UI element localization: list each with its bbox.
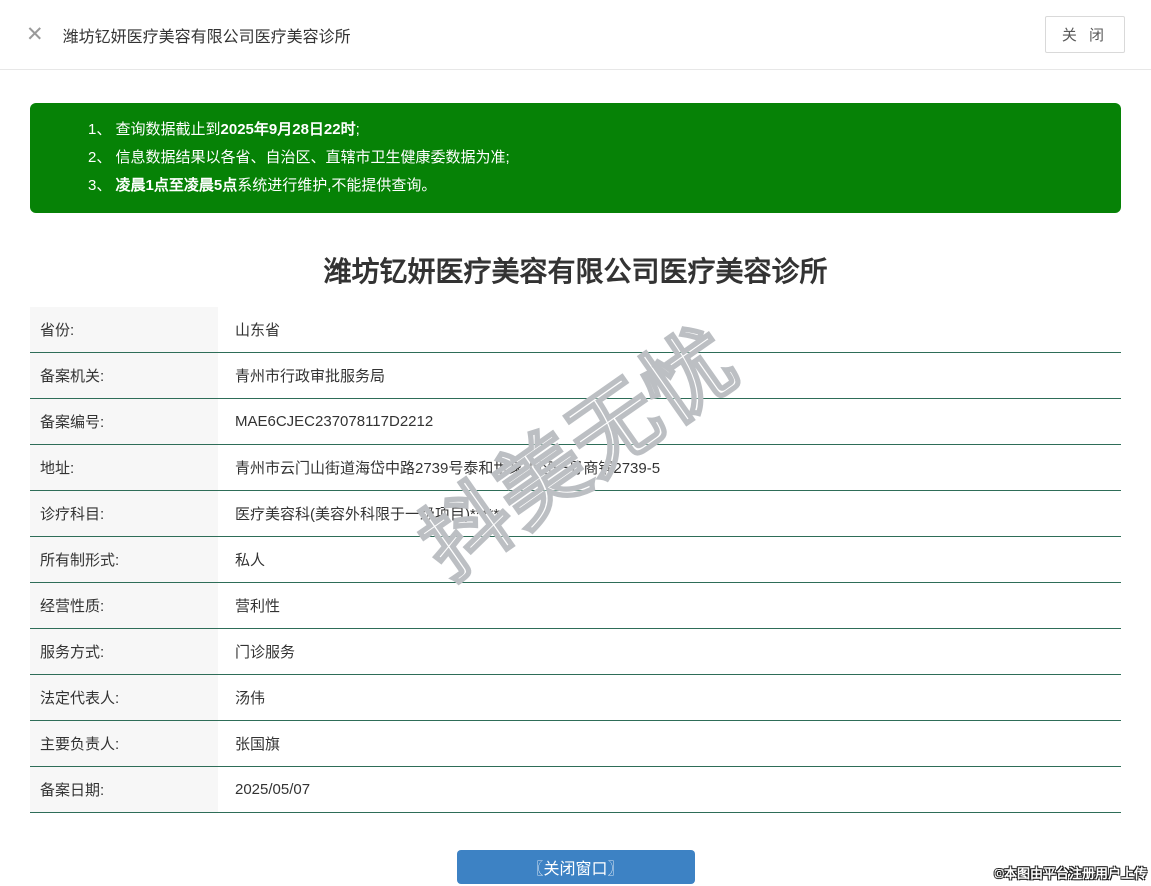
row-value: 营利性 (235, 598, 281, 615)
close-window-button[interactable]: 〖关闭窗口〗 (456, 850, 695, 884)
row-label: 经营性质: (30, 583, 218, 628)
notice-item: 1、 查询数据截止到2025年9月28日22时; (88, 121, 360, 138)
window-title: 潍坊钇妍医疗美容有限公司医疗美容诊所 (62, 28, 351, 46)
row-value: 医疗美容科(美容外科限于一级项目)****** (235, 506, 506, 523)
row-value: 青州市行政审批服务局 (235, 368, 386, 385)
table-row: 所有制形式: 私人 (30, 537, 1121, 583)
notice-banner: 1、 查询数据截止到2025年9月28日22时; 2、 信息数据结果以各省、自治… (30, 103, 1121, 213)
info-table: 省份: 山东省 备案机关: 青州市行政审批服务局 备案编号: MAE6CJEC2… (30, 307, 1121, 813)
row-value: MAE6CJEC237078117D2212 (235, 413, 434, 430)
row-label: 服务方式: (30, 629, 218, 674)
table-row: 主要负责人: 张国旗 (30, 721, 1121, 767)
row-label: 主要负责人: (30, 721, 218, 766)
row-value: 张国旗 (235, 736, 281, 753)
row-label: 备案机关: (30, 353, 218, 398)
table-row: 诊疗科目: 医疗美容科(美容外科限于一级项目)****** (30, 491, 1121, 537)
table-row: 备案机关: 青州市行政审批服务局 (30, 353, 1121, 399)
top-bar: ✕ 潍坊钇妍医疗美容有限公司医疗美容诊所 关 闭 (0, 0, 1151, 70)
row-value: 青州市云门山街道海岱中路2739号泰和世家小区一号商铺2739-5 (235, 460, 661, 477)
row-value: 私人 (235, 552, 266, 569)
close-x-icon[interactable]: ✕ (26, 24, 44, 45)
table-row: 地址: 青州市云门山街道海岱中路2739号泰和世家小区一号商铺2739-5 (30, 445, 1121, 491)
table-row: 服务方式: 门诊服务 (30, 629, 1121, 675)
table-row: 备案编号: MAE6CJEC237078117D2212 (30, 399, 1121, 445)
row-label: 所有制形式: (30, 537, 218, 582)
page-title: 潍坊钇妍医疗美容有限公司医疗美容诊所 (323, 256, 828, 287)
table-row: 经营性质: 营利性 (30, 583, 1121, 629)
close-button[interactable]: 关 闭 (1044, 16, 1125, 53)
row-label: 法定代表人: (30, 675, 218, 720)
row-value: 门诊服务 (235, 644, 296, 661)
notice-item: 2、 信息数据结果以各省、自治区、直辖市卫生健康委数据为准; (88, 149, 510, 166)
row-value: 2025/05/07 (235, 781, 311, 798)
row-label: 省份: (30, 307, 218, 352)
table-row: 省份: 山东省 (30, 307, 1121, 353)
row-label: 地址: (30, 445, 218, 490)
row-label: 诊疗科目: (30, 491, 218, 536)
row-value: 汤伟 (235, 690, 266, 707)
copyright-watermark: ©本图由平台注册用户上传 (994, 866, 1147, 881)
row-label: 备案编号: (30, 399, 218, 444)
table-row: 备案日期: 2025/05/07 (30, 767, 1121, 813)
row-label: 备案日期: (30, 767, 218, 812)
notice-item: 3、 凌晨1点至凌晨5点系统进行维护,不能提供查询。 (88, 177, 437, 194)
table-row: 法定代表人: 汤伟 (30, 675, 1121, 721)
row-value: 山东省 (235, 322, 281, 339)
